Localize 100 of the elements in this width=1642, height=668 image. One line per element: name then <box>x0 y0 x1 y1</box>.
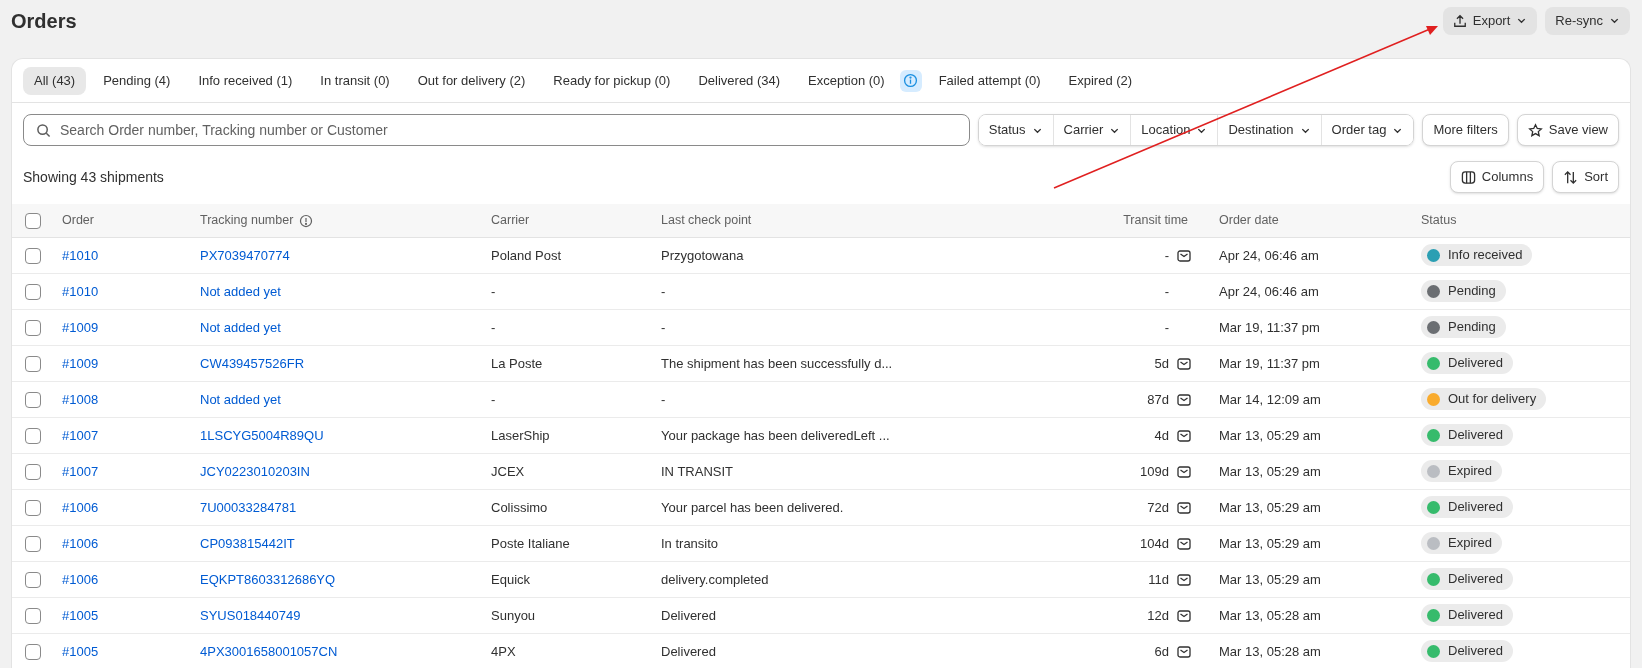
order-link[interactable]: #1010 <box>62 283 99 299</box>
columns-icon <box>1460 169 1476 185</box>
tracking-link[interactable]: EQKPT8603312686YQ <box>200 571 336 587</box>
table-cell: Mar 13, 05:28 am <box>1219 607 1321 623</box>
filter-tab[interactable]: Pending (4) <box>92 66 182 95</box>
checkbox[interactable] <box>25 607 41 624</box>
tracking-link[interactable]: CW439457526FR <box>200 355 305 371</box>
filter-tab[interactable]: Exception (0) <box>797 66 896 95</box>
tracking-link[interactable]: Not added yet <box>200 391 281 407</box>
table-cell-text: 109d <box>1140 462 1169 481</box>
filter-dropdown[interactable]: Destination <box>1217 115 1321 145</box>
table-cell: Delivered <box>661 607 716 623</box>
column-header: Tracking number <box>200 212 294 230</box>
tracking-link[interactable]: 4PX3001658001057CN <box>200 643 338 659</box>
tracking-link[interactable]: CP093815442IT <box>200 535 295 551</box>
table-cell: Poland Post <box>491 247 562 263</box>
status-badge: Expired <box>1421 532 1503 554</box>
table-cell: Mar 13, 05:29 am <box>1219 427 1321 443</box>
shipment-count: Showing 43 shipments <box>23 167 164 187</box>
checkbox[interactable] <box>25 355 41 372</box>
filter-tab[interactable]: Info received (1) <box>187 66 304 95</box>
filter-tab[interactable]: Ready for pickup (0) <box>542 66 682 95</box>
table-cell: - <box>491 283 496 299</box>
filter-tab[interactable]: Expired (2) <box>1057 66 1144 95</box>
checkbox[interactable] <box>25 391 41 408</box>
table-cell-text: 87d <box>1147 390 1169 409</box>
tracking-link[interactable]: Not added yet <box>200 283 281 299</box>
tracking-link[interactable]: PX7039470774 <box>200 247 290 263</box>
column-header: Status <box>1421 212 1457 230</box>
filter-dropdown[interactable]: Carrier <box>1052 115 1131 145</box>
order-link[interactable]: #1009 <box>62 355 99 371</box>
tracking-link[interactable]: 1LSCYG5004R89QU <box>200 427 324 443</box>
checkbox[interactable] <box>25 212 41 229</box>
order-link[interactable]: #1007 <box>62 463 99 479</box>
table-cell: Equick <box>491 571 531 587</box>
column-header: Carrier <box>491 212 530 230</box>
order-link[interactable]: #1006 <box>62 535 99 551</box>
table-cell: Mar 13, 05:29 am <box>1219 535 1321 551</box>
tracking-link[interactable]: JCY0223010203IN <box>200 463 310 479</box>
filter-tab[interactable]: All (43) <box>23 66 87 95</box>
table-cell: Your parcel has been delivered. <box>661 499 844 515</box>
table-cell: - <box>661 319 666 335</box>
table-cell: Mar 13, 05:28 am <box>1219 643 1321 659</box>
save-view-button[interactable]: Save view <box>1516 114 1619 146</box>
tracking-link[interactable]: 7U00033284781 <box>200 499 297 515</box>
order-link[interactable]: #1005 <box>62 643 99 659</box>
checkbox[interactable] <box>25 283 41 300</box>
table-cell: - <box>661 283 666 299</box>
order-link[interactable]: #1006 <box>62 571 99 587</box>
filter-tab[interactable]: Delivered (34) <box>687 66 792 95</box>
table-cell: 4PX <box>491 643 516 659</box>
star-icon <box>1527 122 1543 138</box>
checkbox[interactable] <box>25 319 41 336</box>
checkbox[interactable] <box>25 499 41 516</box>
status-badge: Delivered <box>1421 640 1513 662</box>
info-icon[interactable] <box>899 69 922 92</box>
checkbox[interactable] <box>25 643 41 660</box>
checkbox[interactable] <box>25 427 41 444</box>
table-cell: La Poste <box>491 355 543 371</box>
tracking-link[interactable]: Not added yet <box>200 319 281 335</box>
sort-button[interactable]: Sort <box>1552 161 1619 193</box>
upload-icon <box>1452 13 1467 28</box>
tracking-link[interactable]: SYUS018440749 <box>200 607 301 623</box>
export-button[interactable]: Export <box>1442 6 1538 35</box>
table-cell: Colissimo <box>491 499 548 515</box>
checkbox[interactable] <box>25 247 41 264</box>
table-cell: - <box>491 391 496 407</box>
order-link[interactable]: #1008 <box>62 391 99 407</box>
filter-dropdown[interactable]: Order tag <box>1320 115 1414 145</box>
order-link[interactable]: #1005 <box>62 607 99 623</box>
order-link[interactable]: #1009 <box>62 319 99 335</box>
more-filters-button[interactable]: More filters <box>1422 114 1509 146</box>
order-link[interactable]: #1010 <box>62 247 99 263</box>
column-header: Last check point <box>661 212 752 230</box>
columns-button[interactable]: Columns <box>1449 161 1545 193</box>
filter-dropdown[interactable]: Location <box>1130 115 1218 145</box>
resync-button[interactable]: Re-sync <box>1545 6 1630 35</box>
order-link[interactable]: #1006 <box>62 499 99 515</box>
status-badge: Out for delivery <box>1421 388 1547 410</box>
table-cell: Przygotowana <box>661 247 744 263</box>
checkbox[interactable] <box>25 463 41 480</box>
status-badge: Info received <box>1421 244 1533 266</box>
filter-tab[interactable]: In transit (0) <box>309 66 401 95</box>
search-field[interactable]: Search Order number, Tracking number or Customer <box>23 114 970 146</box>
status-badge: Pending <box>1421 280 1506 302</box>
filter-tab[interactable]: Out for delivery (2) <box>406 66 537 95</box>
table-cell-text: 12d <box>1147 606 1169 625</box>
table-cell-text: 104d <box>1140 534 1169 553</box>
table-cell: Mar 19, 11:37 pm <box>1219 319 1320 335</box>
filter-tab[interactable]: Failed attempt (0) <box>927 66 1052 95</box>
checkbox[interactable] <box>25 535 41 552</box>
table-cell-text: 4d <box>1154 426 1169 445</box>
table-cell: Delivered <box>661 643 716 659</box>
column-header: Transit time <box>1123 212 1188 230</box>
table-cell: Mar 14, 12:09 am <box>1219 391 1321 407</box>
table-cell: Apr 24, 06:46 am <box>1219 247 1319 263</box>
table-cell: - <box>661 391 666 407</box>
order-link[interactable]: #1007 <box>62 427 99 443</box>
filter-dropdown[interactable]: Status <box>978 115 1053 145</box>
checkbox[interactable] <box>25 571 41 588</box>
